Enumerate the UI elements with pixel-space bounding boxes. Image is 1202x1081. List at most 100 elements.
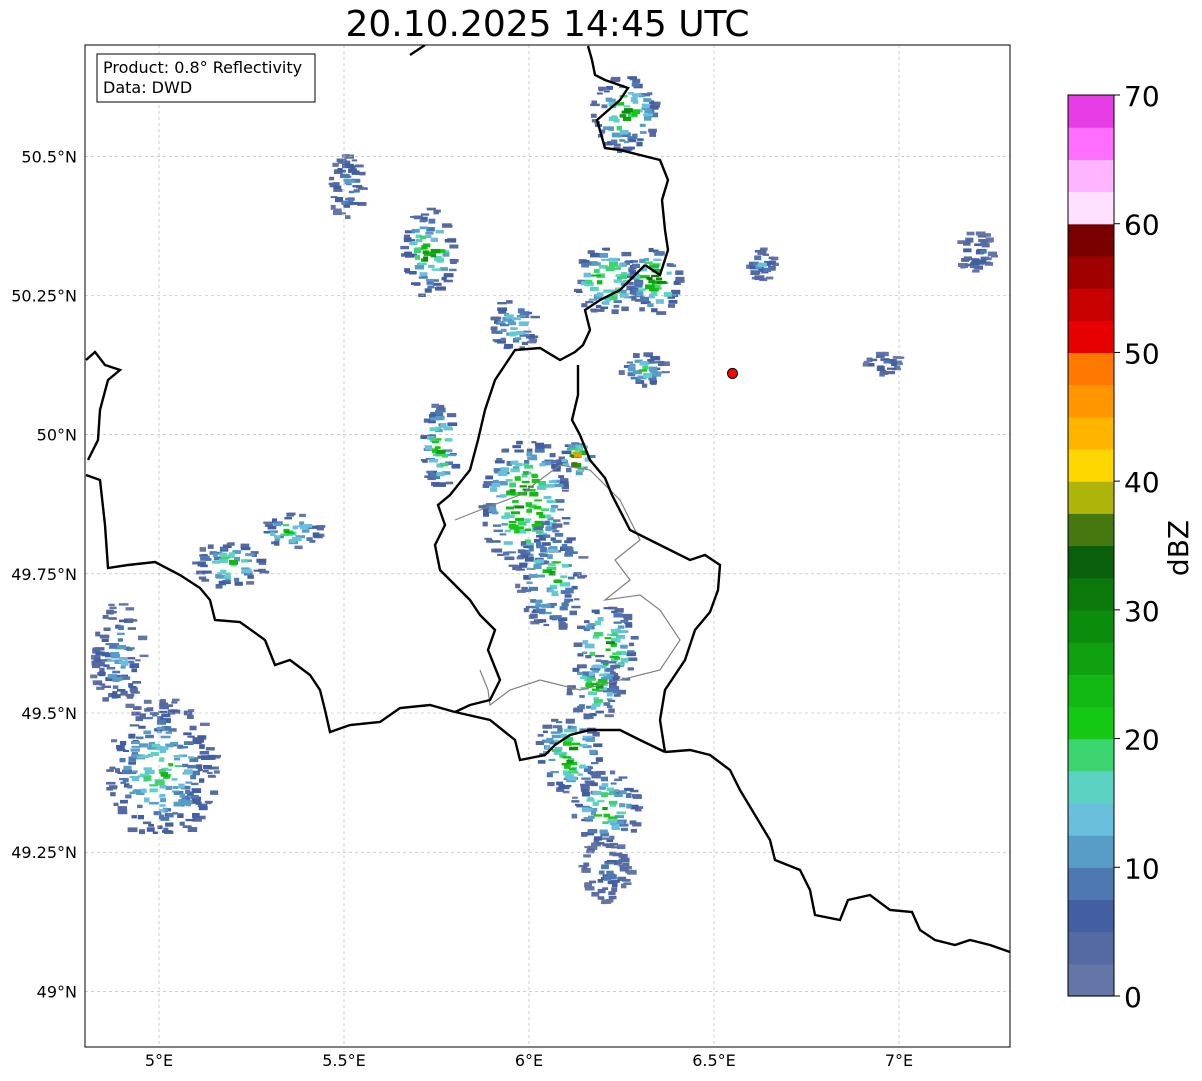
echo-pixel	[443, 427, 453, 431]
echo-pixel	[571, 800, 580, 803]
echo-pixel	[548, 758, 556, 761]
echo-pixel	[591, 762, 599, 765]
echo-pixel	[754, 275, 765, 281]
echo-pixel	[125, 794, 132, 799]
echo-pixel	[449, 244, 459, 249]
echo-pixel	[486, 539, 493, 543]
echo-pixel	[245, 553, 255, 557]
echo-pixel	[200, 555, 210, 561]
echo-pixel	[757, 262, 767, 267]
echo-pixel	[482, 521, 488, 527]
echo-pixel	[550, 507, 556, 513]
echo-pixel	[632, 794, 642, 799]
echo-pixel	[220, 547, 228, 551]
echo-pixel	[442, 223, 452, 228]
echo-pixel	[120, 661, 129, 666]
echo-pixel	[106, 769, 114, 772]
echo-pixel	[571, 605, 581, 609]
echo-pixel	[631, 93, 642, 97]
echo-pixel	[129, 776, 139, 778]
echo-pixel	[963, 248, 972, 253]
colorbar-segment	[1068, 577, 1114, 611]
echo-pixel	[500, 467, 510, 472]
colorbar-segment	[1068, 899, 1114, 933]
echo-pixel	[553, 579, 563, 584]
echo-pixel	[116, 645, 126, 650]
echo-pixel	[177, 744, 184, 749]
echo-pixel	[630, 376, 639, 380]
echo-pixel	[148, 823, 154, 827]
echo-pixel	[294, 545, 303, 550]
echo-pixel	[574, 454, 582, 458]
echo-pixel	[611, 139, 618, 144]
echo-pixel	[611, 827, 620, 830]
echo-pixel	[544, 740, 551, 743]
echo-pixel	[619, 803, 626, 808]
echo-pixel	[553, 519, 561, 522]
echo-pixel	[620, 827, 628, 832]
echo-pixel	[430, 248, 441, 254]
echo-pixel	[606, 688, 616, 691]
echo-pixel	[205, 747, 215, 751]
echo-pixel	[648, 279, 655, 284]
echo-pixel	[190, 782, 199, 786]
echo-pixel	[640, 296, 645, 300]
echo-pixel	[555, 721, 563, 724]
echo-pixel	[99, 634, 110, 639]
echo-pixel	[584, 819, 593, 822]
echo-pixel	[562, 489, 569, 492]
echo-pixel	[554, 483, 564, 487]
echo-pixel	[108, 603, 115, 606]
echo-pixel	[551, 590, 558, 594]
echo-pixel	[299, 526, 309, 530]
echo-pixel	[117, 771, 123, 774]
echo-pixel	[435, 229, 444, 234]
colorbar-tick-label: 60	[1124, 209, 1160, 242]
echo-pixel	[610, 846, 620, 849]
colorbar-segment	[1068, 95, 1114, 128]
echo-pixel	[636, 141, 643, 147]
echo-pixel	[99, 667, 105, 672]
echo-pixel	[675, 270, 684, 275]
echo-pixel	[491, 483, 501, 488]
echo-pixel	[274, 540, 280, 546]
x-tick-label: 6.5°E	[692, 1051, 736, 1070]
echo-pixel	[510, 327, 518, 331]
echo-pixel	[503, 541, 513, 545]
echo-pixel	[447, 238, 457, 243]
info-product: Product: 0.8° Reflectivity	[103, 58, 302, 77]
echo-pixel	[539, 612, 546, 615]
y-tick-label: 50.5°N	[21, 147, 77, 166]
echo-pixel	[101, 638, 109, 642]
echo-pixel	[561, 450, 572, 455]
echo-pixel	[566, 759, 574, 764]
echo-pixel	[143, 699, 152, 704]
echo-pixel	[554, 499, 565, 503]
echo-cell	[571, 770, 644, 848]
echo-pixel	[596, 654, 605, 658]
echo-pixel	[156, 731, 162, 734]
echo-pixel	[129, 791, 136, 795]
echo-pixel	[590, 113, 597, 118]
echo-pixel	[510, 511, 521, 515]
echo-pixel	[534, 499, 542, 502]
echo-pixel	[569, 746, 579, 751]
echo-pixel	[501, 448, 509, 453]
echo-pixel	[163, 704, 173, 707]
belgium-france-border	[85, 473, 456, 734]
info-box: Product: 0.8° Reflectivity Data: DWD	[96, 53, 316, 103]
echo-pixel	[570, 448, 578, 451]
echo-pixel	[623, 617, 633, 621]
echo-pixel	[617, 625, 625, 629]
echo-pixel	[618, 858, 625, 862]
echo-pixel	[106, 667, 116, 670]
echo-pixel	[630, 828, 637, 833]
echo-pixel	[122, 769, 131, 775]
colorbar-segment	[1068, 867, 1114, 901]
echo-pixel	[174, 765, 182, 768]
echo-pixel	[344, 154, 350, 158]
echo-pixel	[626, 361, 633, 364]
echo-pixel	[342, 163, 351, 169]
echo-pixel	[493, 479, 499, 484]
echo-pixel	[521, 341, 528, 345]
